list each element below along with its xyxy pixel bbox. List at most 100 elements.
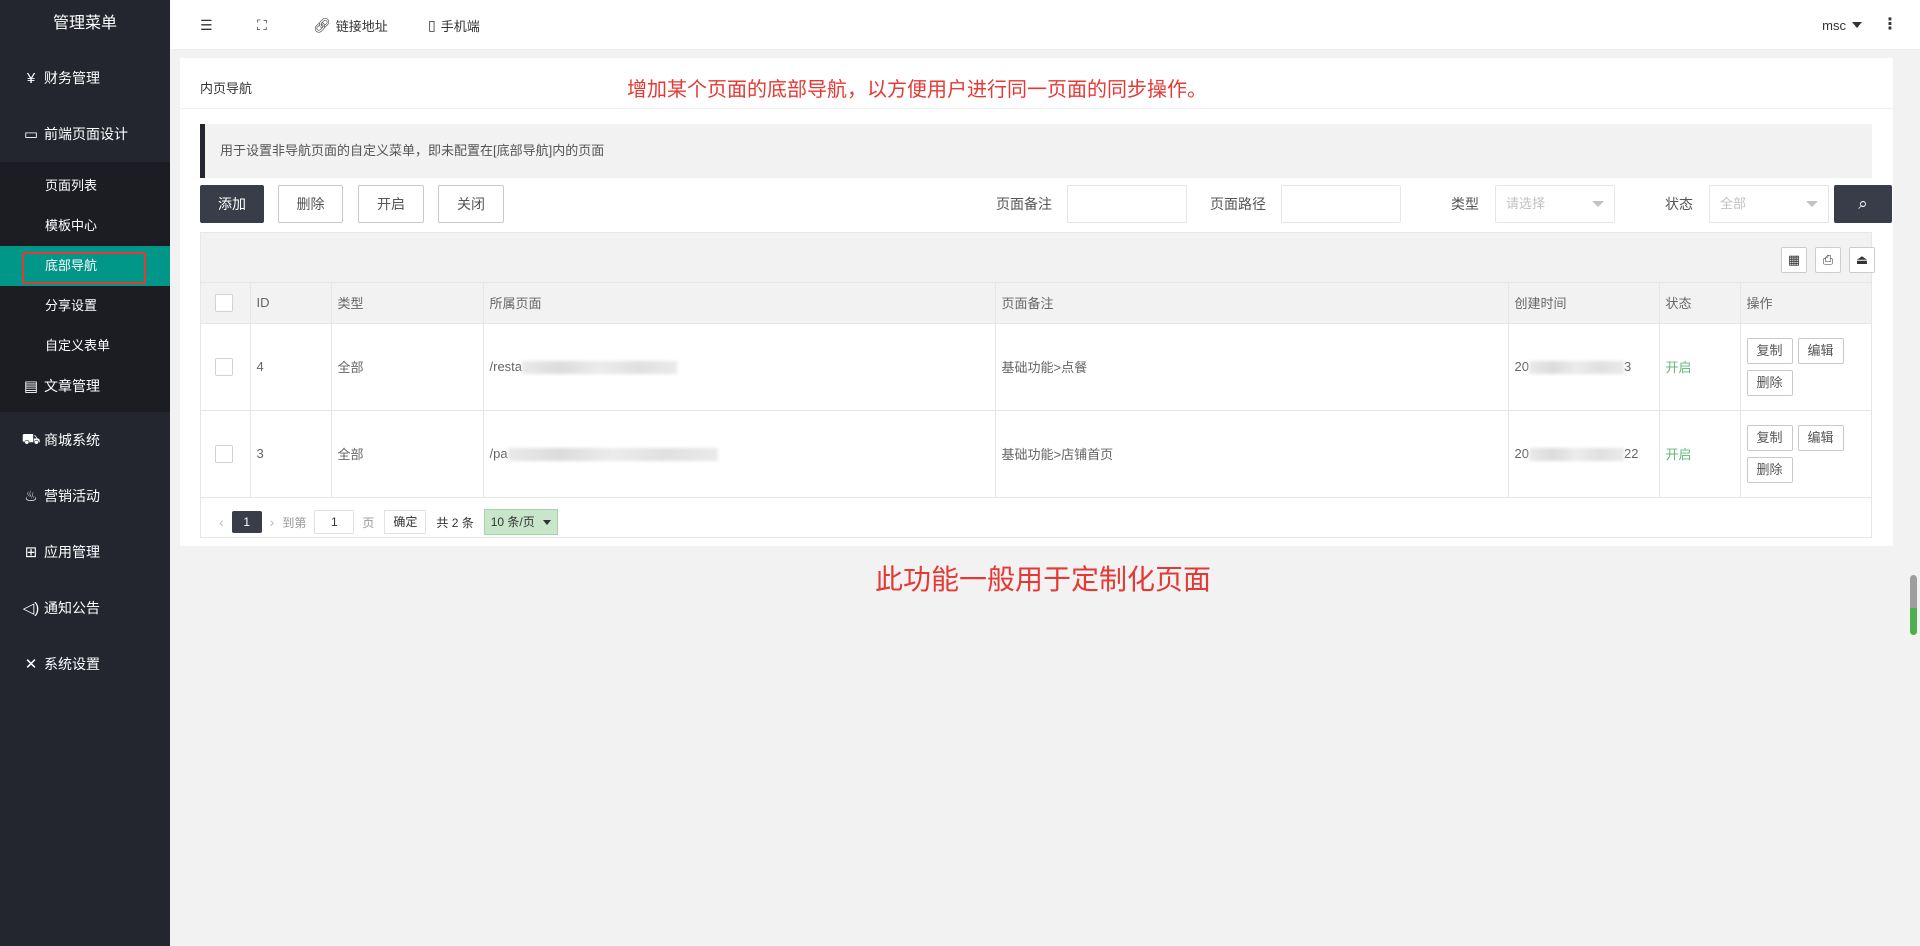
sidebar-item-system-settings[interactable]: ✕ 系统设置 (0, 636, 170, 692)
add-button[interactable]: 添加 (200, 185, 264, 223)
link-address-button[interactable]: 🔗︎ 链接地址 (313, 0, 388, 50)
type-filter-select[interactable]: 请选择 (1495, 185, 1615, 223)
sidebar-item-label: 应用管理 (44, 544, 100, 560)
sidebar-item-frontend-design[interactable]: ▭ 前端页面设计 (0, 106, 170, 162)
menu-fold-icon: ☰ (200, 16, 213, 33)
cell-type: 全部 (331, 323, 484, 411)
sidebar-title: 管理菜单 (52, 15, 117, 32)
sidebar-item-label: 文章管理 (44, 378, 100, 394)
row-checkbox[interactable] (215, 444, 233, 463)
pagination: ‹ 1 › 到第 1 页 确定 共 2 条 10 条/页 (201, 505, 1871, 539)
link-icon: 🔗︎ (313, 16, 331, 33)
column-header-remark: 页面备注 (995, 283, 1509, 324)
fullscreen-button[interactable]: ⛶ (257, 0, 272, 50)
annotation-top: 增加某个页面的底部导航，以方便用户进行同一页面的同步操作。 (627, 79, 1207, 101)
goto-confirm-button[interactable]: 确定 (384, 510, 427, 534)
sidebar-item-label: 财务管理 (44, 70, 100, 86)
more-vertical-icon[interactable]: ⋮ (1882, 0, 1898, 50)
copy-button[interactable]: 复制 (1746, 337, 1793, 364)
page-size-select[interactable]: 10 条/页 (483, 509, 558, 535)
table: ID 类型 所属页面 页面备注 创建时间 状态 操作 4 全部 /resta 基… (201, 283, 1871, 498)
export-icon[interactable]: ⏏ (1849, 247, 1875, 273)
row-select-cell (201, 323, 251, 411)
sidebar-item-label: 前端页面设计 (44, 126, 128, 142)
page-number-input[interactable]: 1 (314, 510, 355, 534)
info-tip: 用于设置非导航页面的自定义菜单，即未配置在[底部导航]内的页面 (200, 124, 1872, 178)
sidebar-item-articles[interactable]: ▤ 文章管理 (0, 358, 170, 414)
cell-status: 开启 (1659, 410, 1741, 498)
status-filter-label: 状态 (1665, 196, 1693, 212)
top-bar: ☰ ⛶ 🔗︎ 链接地址 ▯ 手机端 msc ⋮ (170, 0, 1920, 50)
cell-type: 全部 (331, 410, 484, 498)
search-button[interactable]: ⌕ (1834, 185, 1892, 223)
page-size-value: 10 条/页 (490, 515, 535, 529)
edit-button[interactable]: 编辑 (1797, 424, 1844, 451)
apps-icon: ⊞ (24, 544, 38, 561)
row-delete-button[interactable]: 删除 (1746, 456, 1793, 483)
next-page-icon[interactable]: › (270, 514, 275, 530)
main-card: 内页导航 增加某个页面的底部导航，以方便用户进行同一页面的同步操作。 用于设置非… (180, 58, 1893, 546)
type-select-placeholder: 请选择 (1506, 196, 1546, 211)
cell-actions: 复制 编辑 删除 (1740, 410, 1871, 498)
layout-icon: ▭ (23, 126, 39, 143)
delete-button[interactable]: 删除 (278, 185, 343, 223)
user-menu[interactable]: msc (1822, 0, 1862, 50)
redacted-mask (1528, 361, 1624, 375)
table-row: 4 全部 /resta 基础功能>点餐 20 3 开启 复制 编辑 删除 (201, 323, 1871, 411)
sidebar-item-finance[interactable]: ¥ 财务管理 (0, 50, 170, 106)
status-filter-select[interactable]: 全部 (1709, 185, 1829, 223)
cell-actions: 复制 编辑 删除 (1740, 323, 1871, 411)
edit-button[interactable]: 编辑 (1797, 337, 1844, 364)
sidebar: 管理菜单 ¥ 财务管理 ▭ 前端页面设计 页面列表 模板中心 底部导航 分享设置… (0, 0, 170, 946)
status-select-value: 全部 (1720, 196, 1747, 211)
redacted-mask (507, 448, 718, 462)
sidebar-item-label: 营销活动 (44, 488, 100, 504)
goto-label: 到第 (282, 515, 307, 530)
fullscreen-icon: ⛶ (257, 16, 267, 33)
speaker-icon: ◁) (22, 600, 40, 617)
sidebar-subitem-template-center[interactable]: 模板中心 (0, 206, 170, 246)
collapse-menu-button[interactable]: ☰ (200, 0, 218, 50)
column-header-type: 类型 (331, 283, 484, 324)
disable-button[interactable]: 关闭 (438, 185, 504, 223)
select-all-cell (201, 283, 251, 324)
sidebar-item-apps[interactable]: ⊞ 应用管理 (0, 524, 170, 580)
sidebar-item-notices[interactable]: ◁) 通知公告 (0, 580, 170, 636)
fire-icon: ♨ (24, 488, 38, 505)
caret-down-icon (1852, 22, 1862, 28)
sidebar-subitem-share-settings[interactable]: 分享设置 (0, 286, 170, 326)
phone-icon: ▯ (428, 16, 436, 33)
table-header-row: ID 类型 所属页面 页面备注 创建时间 状态 操作 (201, 283, 1871, 324)
link-address-label: 链接地址 (335, 18, 388, 34)
scrollbar[interactable] (1910, 575, 1917, 635)
cell-id: 4 (250, 323, 332, 411)
column-header-actions: 操作 (1740, 283, 1871, 324)
current-page[interactable]: 1 (231, 511, 262, 533)
remark-filter-input[interactable] (1067, 185, 1187, 223)
select-caret-icon (1806, 201, 1818, 207)
copy-button[interactable]: 复制 (1746, 424, 1793, 451)
chevron-down-icon (542, 519, 551, 525)
sidebar-item-label: 商城系统 (44, 432, 100, 448)
column-header-id: ID (250, 283, 332, 324)
prev-page-icon[interactable]: ‹ (219, 514, 224, 530)
row-checkbox[interactable] (215, 357, 233, 376)
table-row: 3 全部 /pa 基础功能>店铺首页 20 22 开启 复制 编辑 删除 (201, 410, 1871, 498)
path-filter-input[interactable] (1281, 185, 1401, 223)
sidebar-item-shop[interactable]: ⛟ 商城系统 (0, 412, 170, 468)
table-toolbar: ▦ ⎙ ⏏ (201, 233, 1875, 283)
sidebar-item-marketing[interactable]: ♨ 营销活动 (0, 468, 170, 524)
enable-button[interactable]: 开启 (358, 185, 424, 223)
select-all-checkbox[interactable] (215, 293, 233, 312)
print-icon[interactable]: ⎙ (1815, 247, 1841, 273)
sidebar-subitem-page-list[interactable]: 页面列表 (0, 166, 170, 206)
cell-remark: 基础功能>点餐 (995, 323, 1509, 411)
mobile-button[interactable]: ▯ 手机端 (428, 0, 480, 50)
columns-filter-icon[interactable]: ▦ (1781, 247, 1807, 273)
total-count: 共 2 条 (436, 515, 474, 530)
search-icon: ⌕ (1858, 194, 1868, 213)
cell-page: /resta (483, 323, 996, 411)
cell-page: /pa (483, 410, 996, 498)
sidebar-subitem-bottom-nav[interactable]: 底部导航 (0, 246, 170, 286)
row-delete-button[interactable]: 删除 (1746, 369, 1793, 396)
